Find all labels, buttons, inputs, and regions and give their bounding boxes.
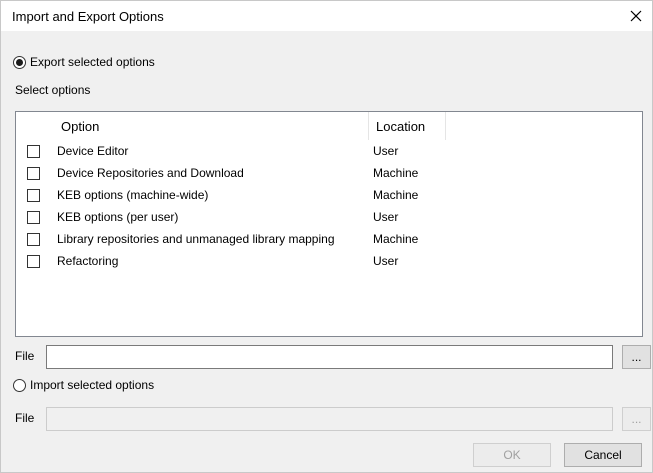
- options-list[interactable]: Option Location Device Editor User Devic…: [15, 111, 643, 337]
- list-item[interactable]: Refactoring User: [16, 251, 640, 273]
- option-name: Refactoring: [57, 254, 119, 268]
- import-radio-icon[interactable]: [13, 378, 26, 392]
- option-location: User: [373, 254, 399, 268]
- ok-button-label: OK: [503, 448, 521, 462]
- export-browse-label: ...: [631, 350, 642, 364]
- option-checkbox[interactable]: [27, 167, 40, 180]
- option-location: User: [373, 144, 399, 158]
- option-name: Device Editor: [57, 144, 129, 158]
- option-name: KEB options (machine-wide): [57, 188, 209, 202]
- option-location: Machine: [373, 166, 419, 180]
- option-location: Machine: [373, 188, 419, 202]
- cancel-button[interactable]: Cancel: [564, 443, 642, 467]
- list-item[interactable]: KEB options (machine-wide) Machine: [16, 185, 640, 207]
- cancel-button-label: Cancel: [584, 448, 622, 462]
- option-name: KEB options (per user): [57, 210, 179, 224]
- list-item[interactable]: Library repositories and unmanaged libra…: [16, 229, 640, 251]
- option-location: Machine: [373, 232, 419, 246]
- column-divider[interactable]: [445, 112, 446, 140]
- close-button[interactable]: [624, 4, 648, 28]
- import-radio-label: Import selected options: [30, 378, 155, 392]
- option-checkbox[interactable]: [27, 255, 40, 268]
- list-item[interactable]: Device Editor User: [16, 141, 640, 163]
- list-item[interactable]: Device Repositories and Download Machine: [16, 163, 640, 185]
- column-header-location[interactable]: Location: [376, 112, 444, 140]
- import-file-label: File: [15, 411, 35, 425]
- export-file-label: File: [15, 349, 35, 363]
- import-browse-label: ...: [631, 412, 642, 426]
- option-name: Device Repositories and Download: [57, 166, 244, 180]
- import-export-dialog: Import and Export Options Export selecte…: [0, 0, 653, 473]
- export-radio-label: Export selected options: [30, 55, 155, 69]
- dialog-title: Import and Export Options: [12, 9, 164, 24]
- column-header-option[interactable]: Option: [61, 112, 366, 140]
- column-header-option-label: Option: [61, 118, 100, 134]
- option-location: User: [373, 210, 399, 224]
- export-file-input[interactable]: [46, 345, 613, 369]
- option-checkbox[interactable]: [27, 189, 40, 202]
- import-browse-button[interactable]: ...: [622, 407, 651, 431]
- import-radio-option[interactable]: Import selected options: [13, 378, 154, 392]
- export-radio-option[interactable]: Export selected options: [13, 55, 155, 69]
- column-divider[interactable]: [368, 112, 369, 140]
- close-icon: [630, 10, 642, 22]
- select-options-label: Select options: [15, 83, 91, 97]
- list-item[interactable]: KEB options (per user) User: [16, 207, 640, 229]
- import-file-input[interactable]: [46, 407, 613, 431]
- ok-button[interactable]: OK: [473, 443, 551, 467]
- title-bar: Import and Export Options: [1, 1, 652, 31]
- option-checkbox[interactable]: [27, 211, 40, 224]
- export-browse-button[interactable]: ...: [622, 345, 651, 369]
- export-radio-icon[interactable]: [13, 55, 26, 69]
- option-name: Library repositories and unmanaged libra…: [57, 232, 335, 246]
- column-header-location-label: Location: [376, 118, 426, 134]
- option-checkbox[interactable]: [27, 145, 40, 158]
- option-checkbox[interactable]: [27, 233, 40, 246]
